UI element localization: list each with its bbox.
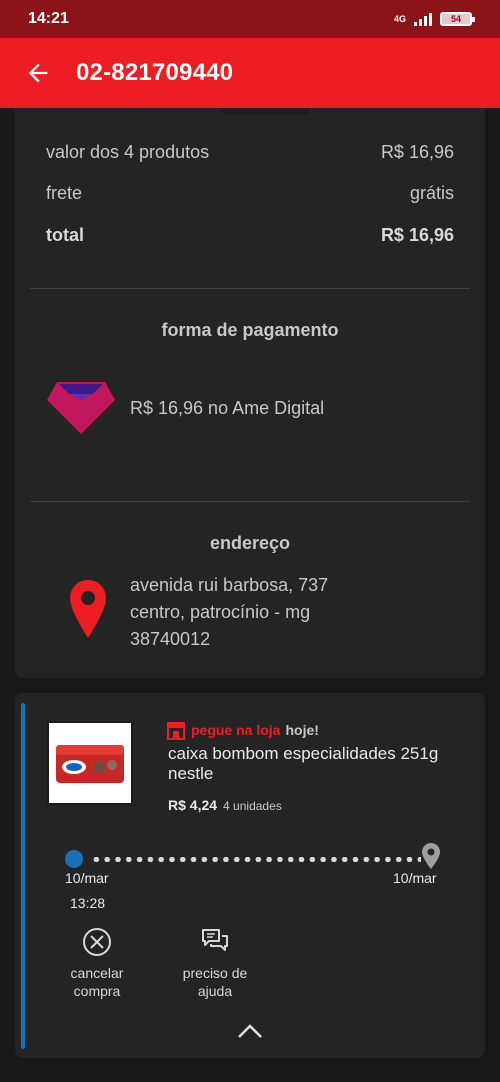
address-title: endereço	[209, 533, 291, 553]
chevron-up-icon[interactable]	[237, 1023, 263, 1039]
help-label-line: preciso de	[182, 965, 248, 981]
tracking-start-time: 13:28	[70, 895, 106, 911]
cancel-purchase-button[interactable]: cancelar compra	[52, 926, 142, 1000]
card-handle	[220, 108, 310, 114]
network-type: 4G	[393, 14, 406, 24]
products-label: valor dos 4 produtos	[46, 142, 210, 162]
payment-title: forma de pagamento	[161, 320, 339, 340]
battery-icon: 54	[440, 12, 475, 26]
app-bar: 02-821709440	[0, 38, 500, 108]
address-line: avenida rui barbosa, 737	[130, 575, 329, 595]
address-text: avenida rui barbosa, 737 centro, patrocí…	[130, 572, 328, 653]
total-value: R$ 16,96	[380, 225, 454, 245]
signal-icon	[414, 12, 432, 26]
total-row: total R$ 16,96	[46, 225, 454, 246]
status-indicators: 4G 54	[393, 12, 475, 26]
cancel-label-line: compra	[73, 983, 121, 999]
address-line: 38740012	[130, 629, 211, 649]
store-icon	[167, 722, 185, 740]
battery-level: 54	[450, 14, 461, 24]
pickup-when: hoje!	[285, 722, 319, 738]
bonbon-box-image	[56, 745, 124, 783]
tracking-start-dot	[65, 850, 83, 868]
product-image[interactable]	[47, 721, 133, 805]
products-value: R$ 16,96	[380, 142, 454, 162]
need-help-button[interactable]: preciso de ajuda	[170, 926, 260, 1000]
total-label: total	[46, 225, 84, 245]
card-accent-bar	[21, 703, 25, 1049]
product-name[interactable]: caixa bombom especialidades 251g nestle	[168, 744, 458, 784]
order-summary-card: valor dos 4 produtos R$ 16,96 frete grát…	[15, 108, 485, 678]
status-bar: 14:21 4G 54	[0, 0, 500, 38]
tracking-end-date: 10/mar	[393, 870, 437, 886]
location-pin-icon	[70, 580, 106, 638]
shipping-label: frete	[46, 183, 83, 203]
price-line: R$ 4,24 4 unidades	[168, 797, 282, 813]
shipping-row: frete grátis	[46, 183, 454, 204]
product-quantity: 4 unidades	[223, 799, 282, 813]
pickup-label: pegue na loja	[191, 722, 281, 738]
pickup-info: pegue na loja hoje!	[166, 720, 319, 740]
tracking-start-date: 10/mar	[65, 870, 109, 886]
cancel-icon	[83, 928, 111, 956]
product-price: R$ 4,24	[168, 797, 218, 813]
address-line: centro, patrocínio - mg	[130, 602, 311, 622]
destination-pin-icon	[422, 843, 440, 869]
shipping-value: grátis	[409, 183, 454, 203]
chat-help-icon	[202, 929, 228, 951]
arrow-back-icon[interactable]	[24, 59, 52, 87]
payment-text: R$ 16,96 no Ame Digital	[130, 398, 325, 418]
divider	[30, 501, 470, 502]
status-time: 14:21	[28, 10, 69, 27]
cancel-label-line: cancelar	[70, 965, 124, 981]
tracking-dotted-line	[91, 857, 421, 862]
order-item-card: pegue na loja hoje! caixa bombom especia…	[15, 693, 485, 1058]
order-number-title: 02-821709440	[76, 59, 234, 86]
help-label-line: ajuda	[197, 983, 233, 999]
divider	[30, 288, 470, 289]
ame-digital-logo-icon	[47, 382, 115, 434]
products-row: valor dos 4 produtos R$ 16,96	[46, 142, 454, 163]
